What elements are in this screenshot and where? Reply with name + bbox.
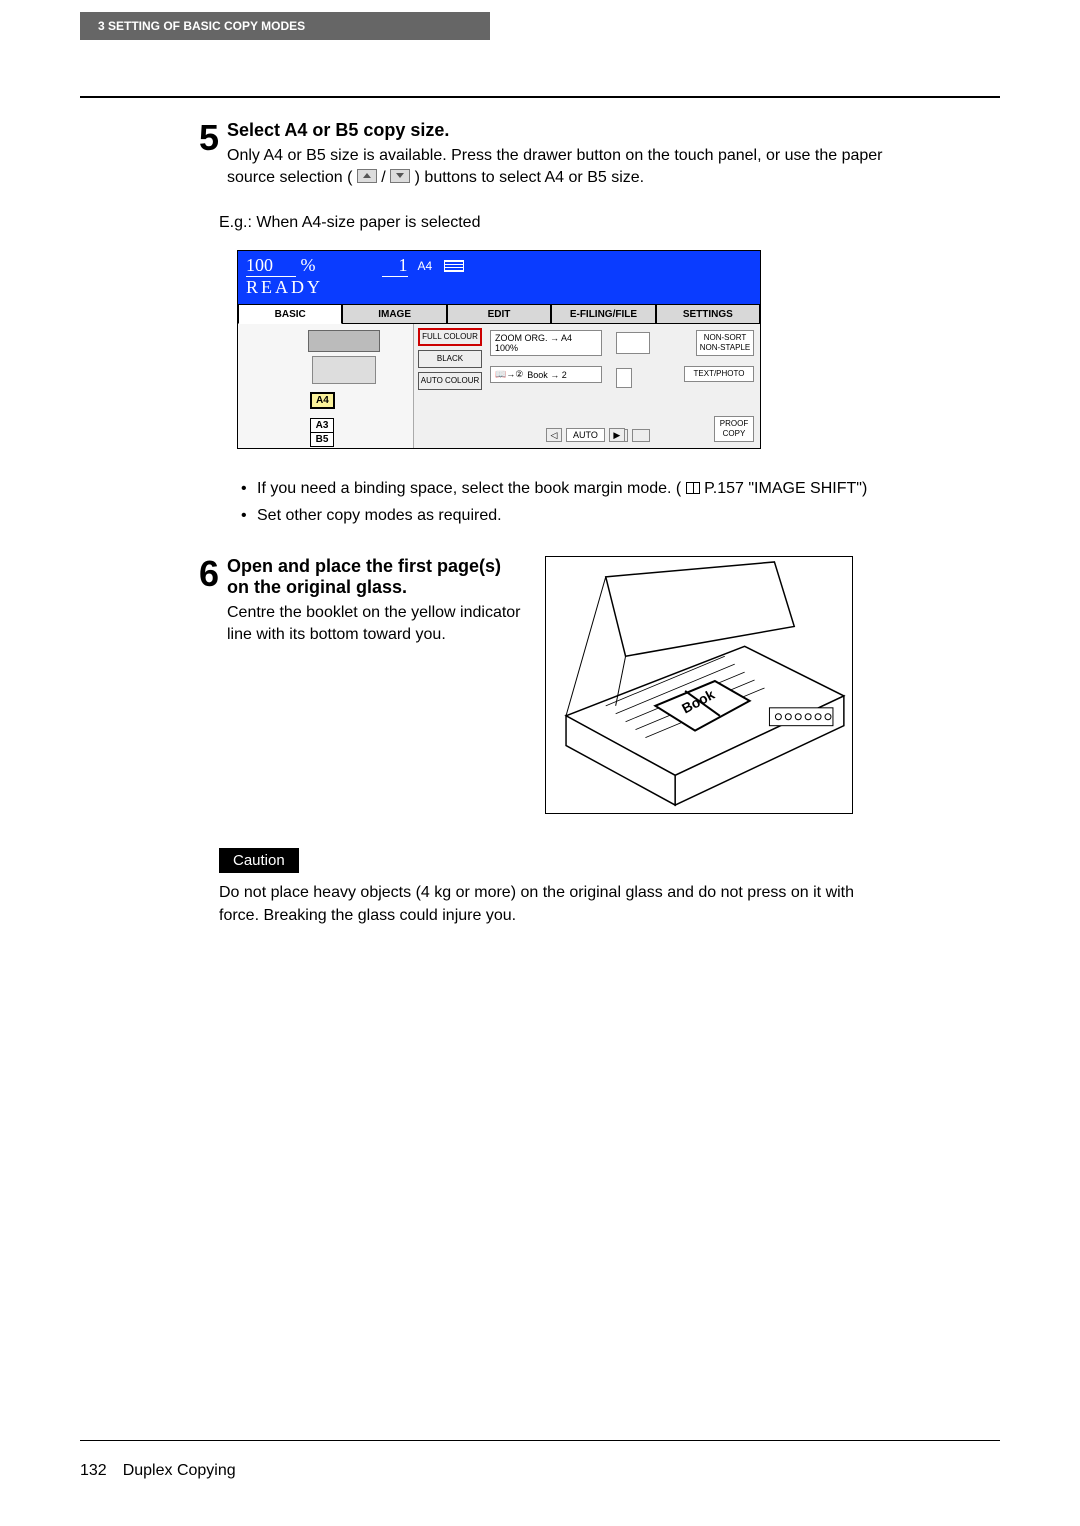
proof-copy-box: PROOF COPY <box>714 416 754 442</box>
book-icon: 📖→② <box>495 369 523 380</box>
copier-diagram <box>288 330 398 388</box>
document-type-icon <box>616 368 632 388</box>
panel-tabs: BASIC IMAGE EDIT E-FILING/FILE SETTINGS <box>238 304 760 324</box>
book-mode-box: 📖→② Book → 2 <box>490 366 602 383</box>
drawer-a3: A3 <box>310 418 334 433</box>
tab-image: IMAGE <box>342 304 446 324</box>
caution-text: Do not place heavy objects (4 kg or more… <box>219 881 869 927</box>
step-6-body: Centre the booklet on the yellow indicat… <box>227 602 521 647</box>
text-photo-box: TEXT/PHOTO <box>684 366 754 382</box>
page-number: 132 <box>80 1462 107 1480</box>
step-5-title: Select A4 or B5 copy size. <box>227 120 885 141</box>
step-6-title: Open and place the first page(s) on the … <box>227 556 521 598</box>
drawer-b5: B5 <box>310 432 334 447</box>
density-auto: AUTO <box>566 428 605 442</box>
tab-basic: BASIC <box>238 304 342 324</box>
page-ref-icon <box>686 482 700 494</box>
step-6: 6 Open and place the first page(s) on th… <box>185 556 521 647</box>
step-number-5: 5 <box>185 120 219 190</box>
bullet-1: If you need a binding space, select the … <box>241 477 885 500</box>
zoom-percent: 100 % <box>246 255 316 277</box>
top-divider <box>80 96 1000 98</box>
panel-main-area: A4 A3 B5 FULL COLOUR BLACK AUTO COLOUR Z… <box>238 324 760 448</box>
bottom-divider <box>80 1440 1000 1441</box>
step-5-bullets: If you need a binding space, select the … <box>241 477 885 527</box>
tab-edit: EDIT <box>447 304 551 324</box>
step-5-body: Only A4 or B5 size is available. Press t… <box>227 145 885 190</box>
full-colour-button: FULL COLOUR <box>418 328 482 346</box>
density-auto-row: ◁ AUTO ▶ <box>546 428 625 442</box>
density-next-icon: ▶ <box>609 428 625 442</box>
page-footer: 132 Duplex Copying <box>80 1462 236 1480</box>
tab-settings: SETTINGS <box>656 304 760 324</box>
density-prev-icon: ◁ <box>546 428 562 442</box>
step-5-example: E.g.: When A4-size paper is selected <box>219 212 885 234</box>
copy-count: 1 <box>382 255 408 277</box>
ready-status: READY <box>246 277 752 298</box>
step-5-body-post: ) buttons to select A4 or B5 size. <box>415 169 644 186</box>
black-button: BLACK <box>418 350 482 368</box>
step-number-6: 6 <box>185 556 219 647</box>
step-5-body-sep: / <box>381 169 385 186</box>
paper-source-up-icon <box>357 169 377 183</box>
tab-efiling: E-FILING/FILE <box>551 304 655 324</box>
drawer-a4-selected: A4 <box>310 392 335 409</box>
panel-right-area: ZOOM ORG. → A4 100% 📖→② Book → 2 NON-SOR… <box>486 324 760 448</box>
paper-source-down-icon <box>390 169 410 183</box>
section-header: 3 SETTING OF BASIC COPY MODES <box>80 12 490 40</box>
caution-label: Caution <box>219 848 299 873</box>
step-5: 5 Select A4 or B5 copy size. Only A4 or … <box>185 120 885 190</box>
copier-panel-illustration: 100 % 1 A4 READY BASIC IMAGE EDIT E-FILI… <box>237 250 761 449</box>
copy-size-label: A4 <box>418 259 433 273</box>
zoom-box: ZOOM ORG. → A4 100% <box>490 330 602 356</box>
colour-mode-column: FULL COLOUR BLACK AUTO COLOUR <box>414 324 486 448</box>
scanner-illustration: Book <box>545 556 853 814</box>
panel-drawer-area: A4 A3 B5 <box>238 324 414 448</box>
non-sort-box: NON-SORT NON-STAPLE <box>696 330 754 356</box>
finisher-icon <box>616 332 650 354</box>
auto-colour-button: AUTO COLOUR <box>418 372 482 390</box>
paper-icon <box>444 260 464 272</box>
bullet-2: Set other copy modes as required. <box>241 504 885 527</box>
panel-status-bar: 100 % 1 A4 READY <box>238 251 760 304</box>
footer-title: Duplex Copying <box>123 1462 236 1480</box>
section-header-label: 3 SETTING OF BASIC COPY MODES <box>98 19 305 33</box>
